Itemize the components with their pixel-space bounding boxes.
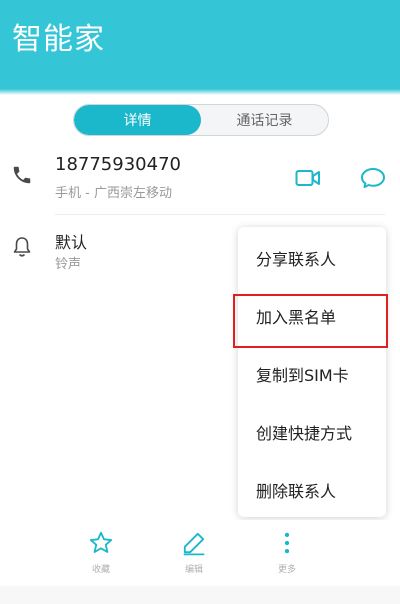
phone-icon (11, 164, 33, 190)
menu-item-add-to-blacklist[interactable]: 加入黑名单 (238, 287, 386, 345)
phone-number[interactable]: 18775930470 (55, 154, 181, 175)
menu-item-copy-to-sim[interactable]: 复制到SIM卡 (238, 345, 386, 403)
ringtone-label: 铃声 (55, 257, 82, 272)
star-icon (88, 531, 114, 560)
message-icon[interactable] (360, 166, 386, 194)
pencil-icon (181, 532, 207, 560)
page-title: 智能家 (12, 22, 105, 57)
more-label: 更多 (277, 565, 296, 575)
tab-call-log[interactable]: 通话记录 (201, 105, 328, 135)
overflow-menu: 分享联系人 加入黑名单 复制到SIM卡 创建快捷方式 删除联系人 (238, 227, 386, 517)
edit-button[interactable]: 编辑 (164, 530, 224, 575)
menu-item-create-shortcut[interactable]: 创建快捷方式 (238, 403, 386, 461)
app-header: 智能家 (0, 0, 400, 95)
phone-location: 手机 - 广西崇左移动 (55, 186, 172, 201)
edit-label: 编辑 (184, 565, 203, 575)
divider (55, 214, 385, 215)
menu-item-delete-contact[interactable]: 删除联系人 (238, 461, 386, 519)
tab-bar: 详情 通话记录 (73, 104, 329, 136)
header-fade (0, 89, 400, 95)
system-nav-bar (0, 586, 400, 604)
favorite-label: 收藏 (91, 565, 110, 575)
ringtone-value[interactable]: 默认 (55, 229, 87, 253)
more-button[interactable]: 更多 (257, 530, 317, 575)
favorite-button[interactable]: 收藏 (71, 530, 131, 575)
more-vertical-icon (274, 532, 300, 560)
video-call-icon[interactable] (295, 168, 321, 192)
tab-details[interactable]: 详情 (74, 105, 201, 135)
menu-item-share-contact[interactable]: 分享联系人 (238, 229, 386, 287)
bell-icon (11, 235, 33, 263)
